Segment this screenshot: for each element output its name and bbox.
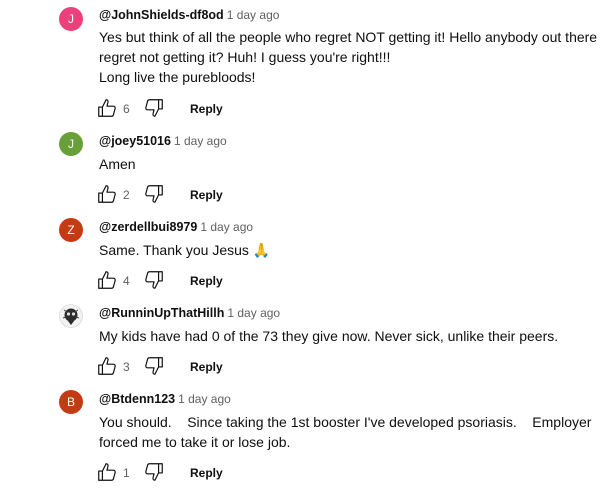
avatar[interactable]: J <box>59 7 83 31</box>
reply-button[interactable]: Reply <box>190 273 223 289</box>
thumbs-down-icon[interactable] <box>143 461 165 483</box>
author-handle[interactable]: @RunninUpThatHillh <box>99 306 224 320</box>
author-handle[interactable]: @JohnShields-df8od <box>99 8 224 22</box>
comment-line: regret not getting it? Huh! I guess you'… <box>99 49 391 65</box>
comment-text: Same. Thank you Jesus 🙏 <box>99 240 604 260</box>
comment-actions: 1 Reply <box>96 461 296 485</box>
comment-line: Amen <box>99 156 136 172</box>
thumbs-up-icon[interactable] <box>96 461 118 483</box>
avatar[interactable]: Z <box>59 218 83 242</box>
timestamp[interactable]: 1 day ago <box>200 220 253 234</box>
comment-line: Yes but think of all the people who regr… <box>99 29 598 45</box>
comment-text: Yes but think of all the people who regr… <box>99 27 604 87</box>
comment-line: You should. Since taking the 1st booster… <box>99 414 592 430</box>
timestamp[interactable]: 1 day ago <box>178 392 231 406</box>
comment-text: Amen <box>99 154 604 174</box>
thumbs-down-icon[interactable] <box>143 269 165 291</box>
reply-button[interactable]: Reply <box>190 465 223 481</box>
avatar[interactable]: B <box>59 390 83 414</box>
reply-button[interactable]: Reply <box>190 101 223 117</box>
comment-line: forced me to take it or lose job. <box>99 434 291 450</box>
comment-actions: 6 Reply <box>96 97 296 121</box>
author-handle[interactable]: @joey51016 <box>99 134 171 148</box>
like-count: 1 <box>123 466 130 480</box>
thumbs-down-icon[interactable] <box>143 183 165 205</box>
avatar[interactable] <box>59 304 83 328</box>
like-count: 3 <box>123 360 130 374</box>
reply-button[interactable]: Reply <box>190 187 223 203</box>
thumbs-down-icon[interactable] <box>143 355 165 377</box>
reply-button[interactable]: Reply <box>190 359 223 375</box>
like-count: 2 <box>123 188 130 202</box>
comment-header: @RunninUpThatHillh 1 day ago <box>99 305 280 321</box>
comment-header: @joey51016 1 day ago <box>99 133 227 149</box>
thumbs-up-icon[interactable] <box>96 355 118 377</box>
like-count: 4 <box>123 274 130 288</box>
comment-line: Long live the purebloods! <box>99 69 256 85</box>
comment-line: Same. Thank you Jesus 🙏 <box>99 242 271 258</box>
thumbs-down-icon[interactable] <box>143 97 165 119</box>
comment-text: You should. Since taking the 1st booster… <box>99 412 604 452</box>
timestamp[interactable]: 1 day ago <box>227 306 280 320</box>
avatar[interactable]: J <box>59 132 83 156</box>
thumbs-up-icon[interactable] <box>96 97 118 119</box>
profile-image-icon <box>59 304 83 328</box>
comment-actions: 4 Reply <box>96 269 296 293</box>
author-handle[interactable]: @Btdenn123 <box>99 392 175 406</box>
comment-header: @JohnShields-df8od 1 day ago <box>99 7 279 23</box>
author-handle[interactable]: @zerdellbui8979 <box>99 220 197 234</box>
comment-header: @zerdellbui8979 1 day ago <box>99 219 253 235</box>
thumbs-up-icon[interactable] <box>96 183 118 205</box>
comment-header: @Btdenn123 1 day ago <box>99 391 231 407</box>
comment-text: My kids have had 0 of the 73 they give n… <box>99 326 604 346</box>
comment-actions: 2 Reply <box>96 183 296 207</box>
comment-line: My kids have had 0 of the 73 they give n… <box>99 328 559 344</box>
like-count: 6 <box>123 102 130 116</box>
timestamp[interactable]: 1 day ago <box>174 134 227 148</box>
comment-actions: 3 Reply <box>96 355 296 379</box>
thumbs-up-icon[interactable] <box>96 269 118 291</box>
timestamp[interactable]: 1 day ago <box>227 8 280 22</box>
